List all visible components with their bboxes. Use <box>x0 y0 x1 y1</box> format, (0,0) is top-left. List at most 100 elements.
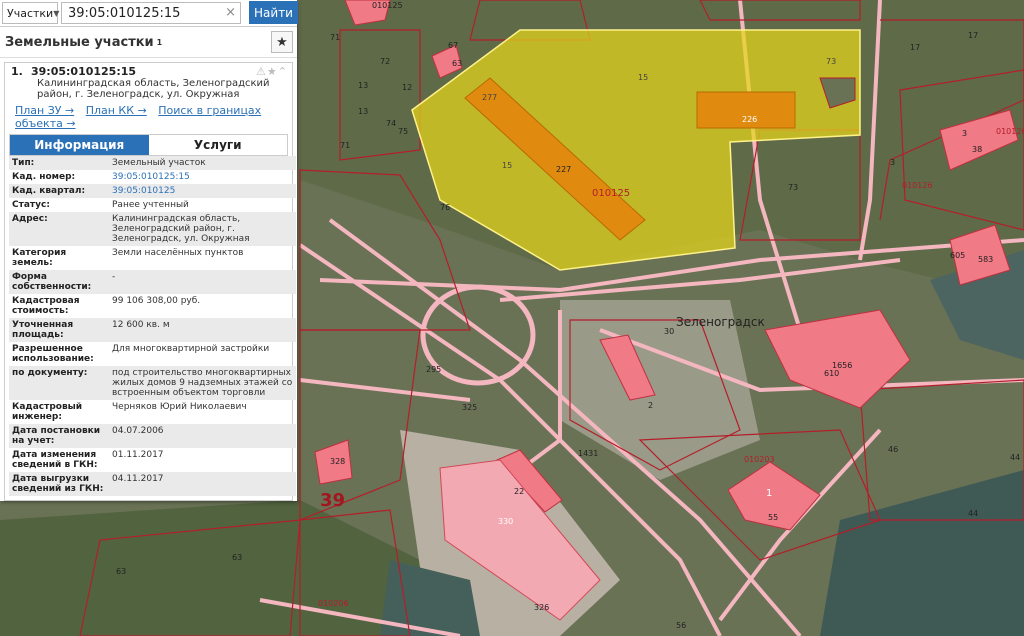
search-query: 39:05:010125:15 <box>68 5 181 21</box>
info-row: Категория земель: Земли населённых пункто… <box>9 246 296 270</box>
tab-services[interactable]: Услуги <box>149 135 288 155</box>
info-row: по документу: под строительство многоквар… <box>9 366 296 400</box>
map-label: 295 <box>426 365 441 374</box>
map-label: 010203 <box>744 455 775 464</box>
map-label: 583 <box>978 255 993 264</box>
info-row-value: Калининградская область, Зеленоградский … <box>109 212 296 246</box>
map-label: 46 <box>888 445 898 454</box>
map-label: 325 <box>462 403 477 412</box>
map-label: 30 <box>664 327 674 336</box>
info-row-key: Разрешенное использование: <box>12 344 94 364</box>
info-row: Уточненная площадь: 12 600 кв. м <box>9 318 296 342</box>
map-label: 010206 <box>318 599 349 608</box>
info-row-key: Тип: <box>9 156 109 170</box>
map-label: 010126 <box>996 127 1024 136</box>
info-row-value: Ранее учтенный <box>112 200 189 210</box>
map-label: 55 <box>768 513 778 522</box>
search-bar: Участки ▼ 39:05:010125:15 × Найти <box>0 0 298 27</box>
map-label: 75 <box>398 127 408 136</box>
card-actions-icon[interactable]: ⚠★⌃ <box>256 65 288 78</box>
panel-title-bar: Земельные участки 1 ★ <box>0 27 297 58</box>
search-input[interactable]: 39:05:010125:15 × <box>61 2 241 24</box>
plan-zu-link[interactable]: План ЗУ → <box>15 104 74 117</box>
info-row-value: Земли населённых пунктов <box>112 248 244 258</box>
info-row-value: 12 600 кв. м <box>109 318 296 342</box>
parcel-card-header: 1. 39:05:010125:15 Калининградская облас… <box>5 63 292 104</box>
map-label: 56 <box>676 621 686 630</box>
map-label: 44 <box>1010 453 1020 462</box>
map-label: 277 <box>482 93 497 102</box>
info-row-key: Дата постановки на учет: <box>9 424 109 448</box>
info-row-value: 04.07.2006 <box>109 424 296 448</box>
info-row-key: Статус: <box>12 200 50 210</box>
info-row-key: Дата выгрузки сведений из ГКН: <box>9 472 109 496</box>
map-label: 010125 <box>592 188 630 199</box>
map-label: 74 <box>386 119 396 128</box>
map-label: 15 <box>638 73 648 82</box>
parcel-address: Калининградская область, Зеленоградский … <box>37 78 270 100</box>
info-row-key: Уточненная площадь: <box>9 318 109 342</box>
info-row-value: 01.11.2017 <box>112 450 164 460</box>
info-row: Кадастровый инженер: Черняков Юрий Никола… <box>9 400 296 424</box>
map-label: 71 <box>330 33 340 42</box>
info-row-key: Кадастровая стоимость: <box>12 296 80 316</box>
info-row-value: Земельный участок <box>109 156 296 170</box>
map-label: 44 <box>968 509 978 518</box>
info-row: Статус: Ранее учтенный <box>9 198 296 212</box>
map-label: 72 <box>380 57 390 66</box>
info-table: Тип: Земельный участок Кад. номер: 39:05:01… <box>9 156 296 496</box>
map-label: 73 <box>788 183 798 192</box>
map-label: 71 <box>340 141 350 150</box>
map-label: 17 <box>910 43 920 52</box>
tab-info[interactable]: Информация <box>10 135 149 155</box>
map-label: 328 <box>330 457 345 466</box>
favorite-star-icon[interactable]: ★ <box>271 31 293 53</box>
info-row: Форма собственности: - <box>9 270 296 294</box>
search-type-select[interactable]: Участки ▼ <box>2 2 59 24</box>
info-row-value: - <box>109 270 296 294</box>
info-row: Разрешенное использование: Для многокварт… <box>9 342 296 366</box>
map-label: 010126 <box>902 181 933 190</box>
map-label: 67 <box>448 41 458 50</box>
clear-icon[interactable]: × <box>225 5 236 20</box>
parcel-cadastral-id: 39:05:010125:15 <box>31 65 137 78</box>
parcel-card: 1. 39:05:010125:15 Калининградская облас… <box>4 62 296 501</box>
map-label: 13 <box>358 81 368 90</box>
map-label: 12 <box>402 83 412 92</box>
search-type-label: Участки <box>7 6 54 20</box>
info-row-key: Кадастровый инженер: <box>12 402 83 422</box>
map-label: 1431 <box>578 449 598 458</box>
info-row-value: Черняков Юрий Николаевич <box>112 402 247 412</box>
find-button[interactable]: Найти <box>249 1 298 24</box>
map-label: 227 <box>556 165 571 174</box>
info-row: Дата постановки на учет: 04.07.2006 <box>9 424 296 448</box>
map-label: 63 <box>452 59 462 68</box>
info-row-key: Дата изменения сведений в ГКН: <box>12 450 98 470</box>
map-label: 010125 <box>372 1 403 10</box>
info-panel: Участки ▼ 39:05:010125:15 × Найти Земель… <box>0 0 298 501</box>
info-row-key: Категория земель: <box>12 248 67 268</box>
info-row-key: по документу: <box>9 366 109 400</box>
info-row-value[interactable]: 39:05:010125:15 <box>109 170 296 184</box>
info-row-value: под строительство многоквартирных жилых … <box>109 366 296 400</box>
info-row: Адрес: Калининградская область, Зеленогра… <box>9 212 296 246</box>
map-label: 76 <box>440 203 450 212</box>
map-label: 39 <box>320 490 345 511</box>
info-row: Кад. квартал: 39:05:010125 <box>9 184 296 198</box>
info-row: Кадастровая стоимость: 99 106 308,00 руб. <box>9 294 296 318</box>
map-label: 63 <box>232 553 242 562</box>
info-row-key: Кад. номер: <box>12 172 76 182</box>
info-row-key: Кад. квартал: <box>9 184 109 198</box>
map-label: 22 <box>514 487 524 496</box>
map-label: 15 <box>502 161 512 170</box>
map-label: 605 <box>950 251 965 260</box>
panel-title-count: 1 <box>156 37 163 47</box>
info-row-key: Форма собственности: <box>9 270 109 294</box>
plan-kk-link[interactable]: План КК → <box>86 104 147 117</box>
map-label: 17 <box>968 31 978 40</box>
info-row: Кад. номер: 39:05:010125:15 <box>9 170 296 184</box>
info-row-value: 04.11.2017 <box>109 472 296 496</box>
parcel-links: План ЗУ → План КК → Поиск в границах объ… <box>5 104 292 132</box>
info-row-value[interactable]: 39:05:010125 <box>109 184 296 198</box>
panel-title: Земельные участки <box>5 34 154 50</box>
